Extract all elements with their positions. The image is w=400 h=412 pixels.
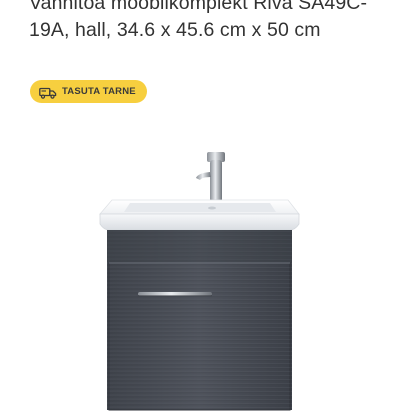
product-page: Vannitoa mööblikomplekt Riva SA49C-19A, … <box>0 0 400 412</box>
cabinet-handle <box>138 292 212 297</box>
basin <box>99 199 300 231</box>
free-delivery-badge: TASUTA TARNE <box>30 80 147 103</box>
cabinet <box>107 230 292 411</box>
delivery-truck-icon <box>39 86 57 99</box>
product-image[interactable] <box>90 146 310 412</box>
product-title: Vannitoa mööblikomplekt Riva SA49C-19A, … <box>29 0 368 41</box>
faucet <box>196 152 225 205</box>
badge-label: TASUTA TARNE <box>62 85 136 97</box>
